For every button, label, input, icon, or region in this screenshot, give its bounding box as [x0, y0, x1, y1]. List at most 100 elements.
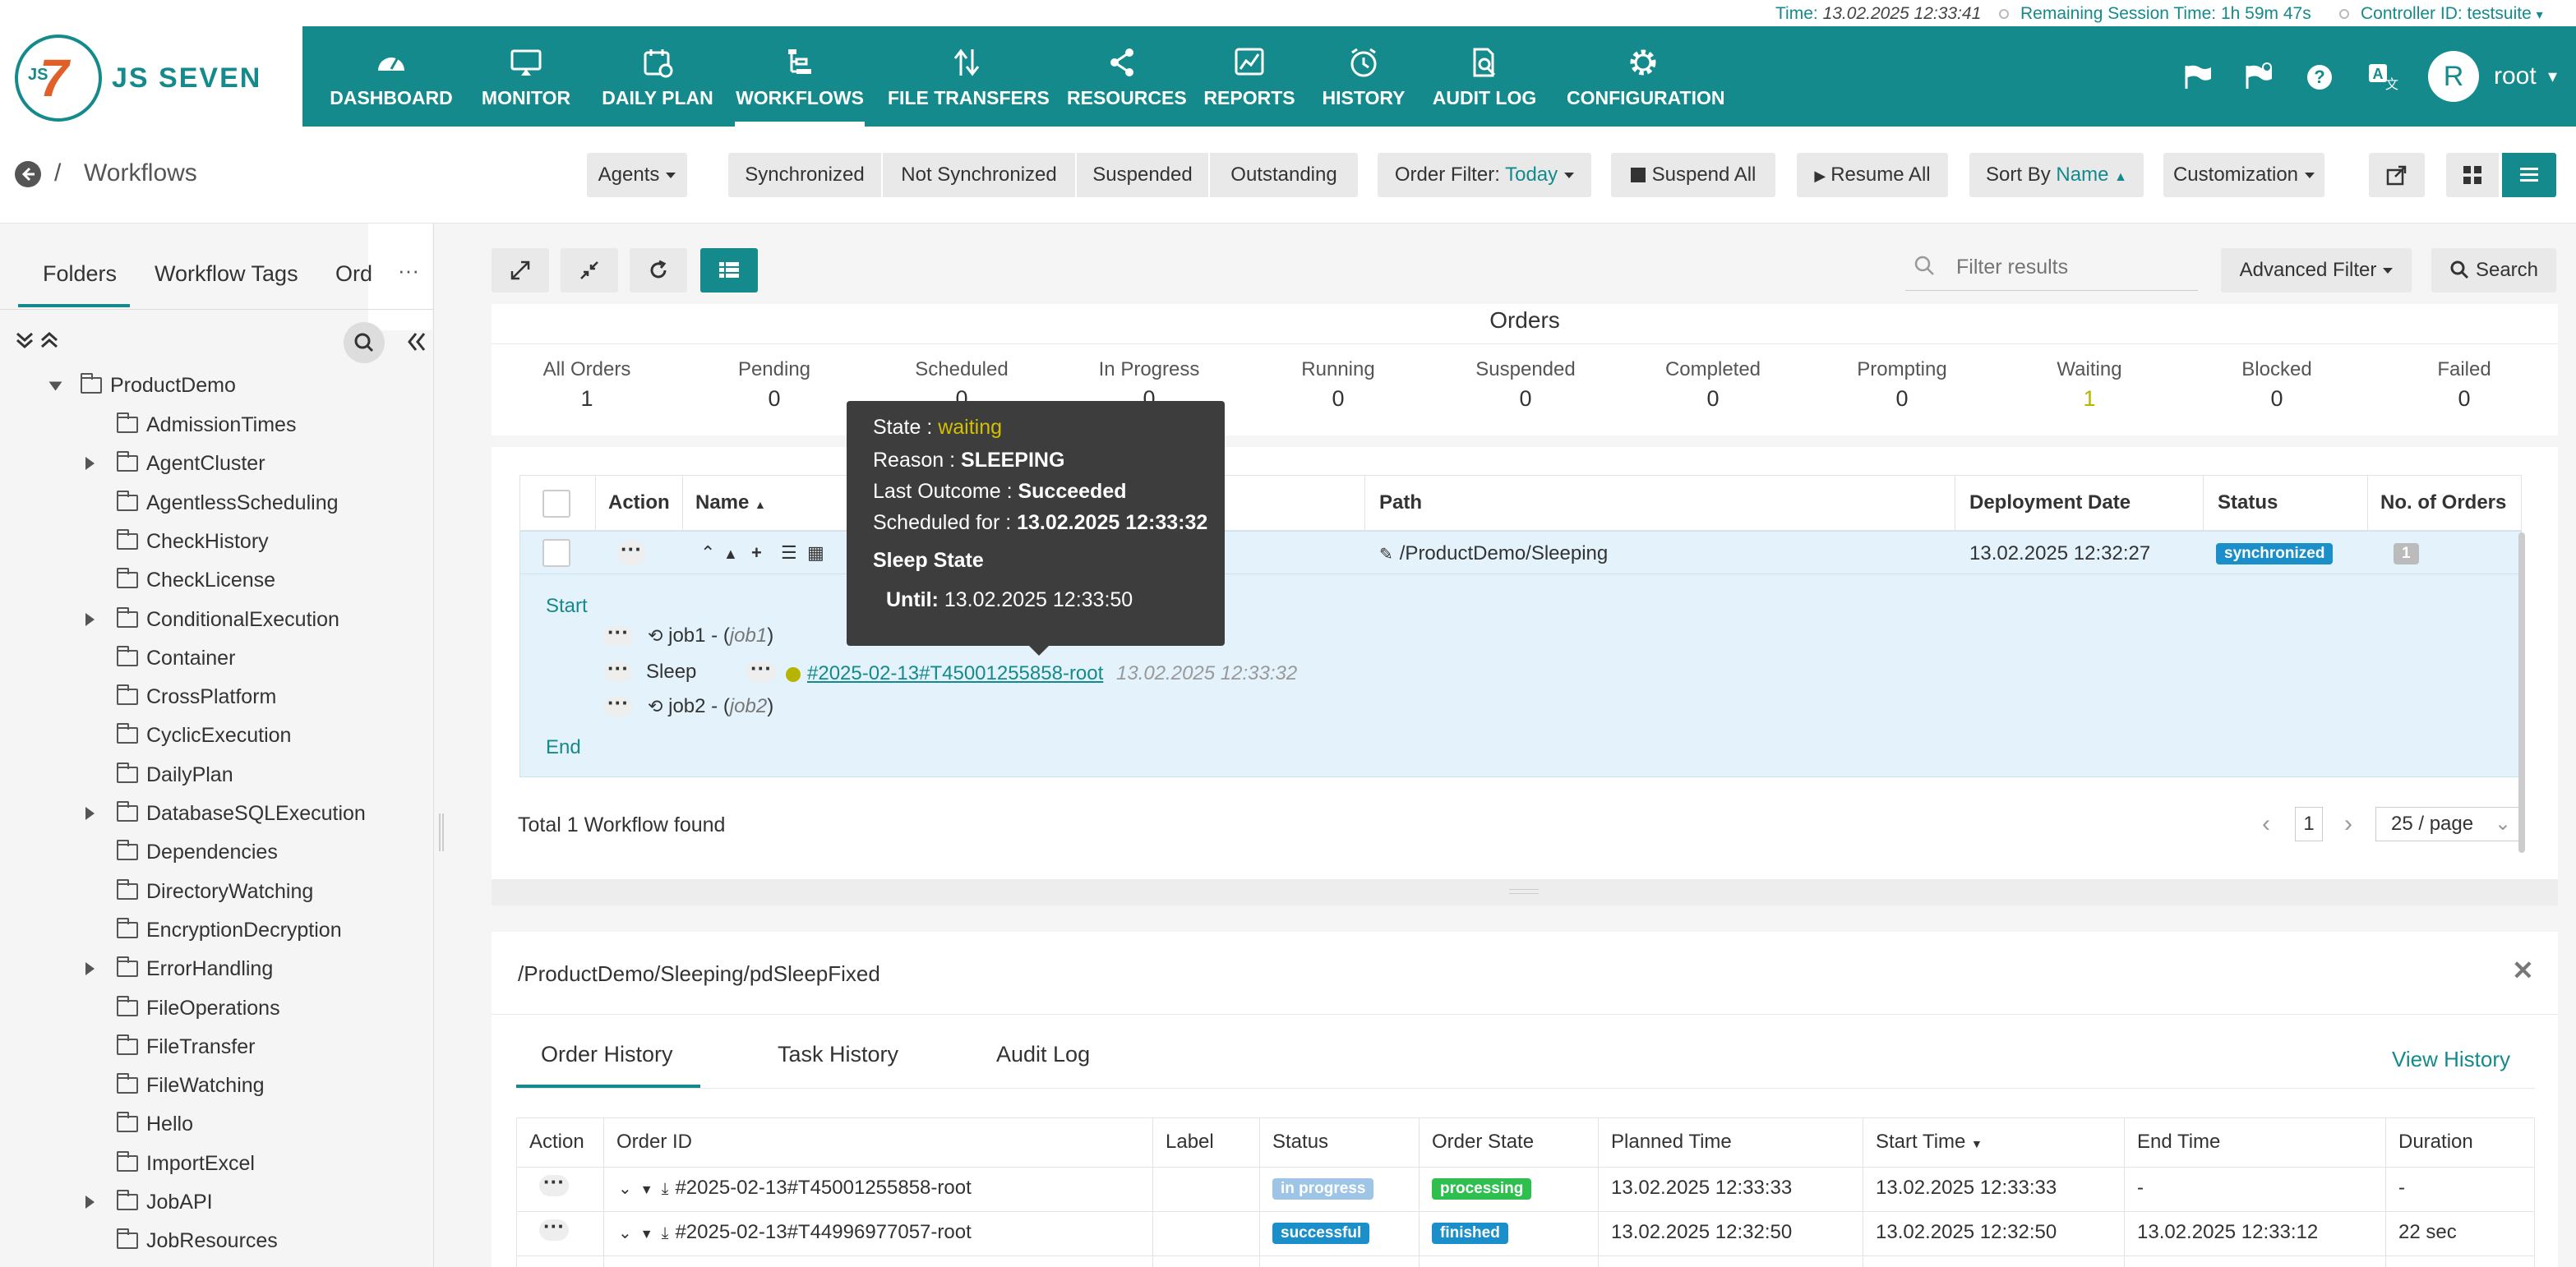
tree-folder-item[interactable]: DatabaseSQLExecution	[117, 799, 366, 827]
list-view-button[interactable]	[2502, 153, 2556, 197]
tree-folder-item[interactable]: EncryptionDecryption	[117, 916, 342, 944]
oh-col-status[interactable]: Status	[1272, 1131, 1328, 1154]
share-button[interactable]	[2369, 153, 2425, 197]
more-tabs-button[interactable]: ···	[398, 258, 419, 283]
col-no-of-orders[interactable]: No. of Orders	[2380, 491, 2506, 514]
order-stat-pending[interactable]: Pending 0	[684, 358, 865, 412]
tree-folder-item[interactable]: ConditionalExecution	[117, 606, 339, 634]
tree-folder-item[interactable]: JobAPI	[117, 1188, 213, 1216]
oh-col-label[interactable]: Label	[1166, 1131, 1214, 1154]
plus-icon[interactable]: +	[751, 542, 781, 564]
order-stat-blocked[interactable]: Blocked 0	[2186, 358, 2367, 412]
oh-col-action[interactable]: Action	[529, 1131, 584, 1154]
sort-by-dropdown[interactable]: Sort By Name ▲	[1969, 153, 2144, 197]
suspend-all-button[interactable]: Suspend All	[1611, 153, 1775, 197]
download-icon[interactable]: ⤓	[662, 1180, 669, 1198]
order-stat-all-orders[interactable]: All Orders 1	[496, 358, 677, 412]
expand-button[interactable]	[492, 248, 549, 293]
resume-all-button[interactable]: ▶ Resume All	[1797, 153, 1948, 197]
tree-folder-item[interactable]: AgentCluster	[117, 449, 265, 477]
tree-folder-item[interactable]: DailyPlan	[117, 761, 233, 789]
job2-instruction[interactable]: ⟲ job2 - (job2)	[648, 695, 773, 718]
list-icon[interactable]: ☰	[781, 542, 807, 564]
oh-col-planned-time[interactable]: Planned Time	[1611, 1131, 1732, 1154]
tree-search-button[interactable]	[344, 322, 385, 363]
order-stat-completed[interactable]: Completed 0	[1623, 358, 1803, 412]
caret-up-icon[interactable]: ▲	[723, 546, 751, 563]
view-history-link[interactable]: View History	[2392, 1047, 2510, 1072]
order-stat-failed[interactable]: Failed 0	[2374, 358, 2555, 412]
tree-folder-item[interactable]: CheckHistory	[117, 528, 269, 555]
filter-suspended[interactable]: Suspended	[1077, 153, 1208, 197]
caret-right-icon[interactable]	[85, 807, 95, 820]
job1-instruction[interactable]: ⟲ job1 - (job1)	[648, 624, 773, 647]
caret-right-icon[interactable]	[85, 1196, 95, 1209]
row-action-menu[interactable]: ···	[616, 538, 646, 565]
page-number[interactable]: 1	[2295, 807, 2323, 841]
tree-folder-item[interactable]: JobResources	[117, 1227, 278, 1255]
tree-folder-item[interactable]: FileOperations	[117, 994, 280, 1022]
nav-audit-log[interactable]: AUDIT LOG	[1430, 26, 1539, 127]
row-checkbox[interactable]	[542, 539, 570, 567]
filter-synchronized[interactable]: Synchronized	[728, 153, 881, 197]
app-logo[interactable]: 7 JS JS SEVEN	[0, 26, 302, 127]
user-menu[interactable]: R root ▾	[2428, 26, 2568, 127]
table-view-button[interactable]	[700, 248, 758, 293]
oh-col-start-time[interactable]: Start Time ▼	[1876, 1131, 1983, 1154]
oh-row-action-menu[interactable]: ···	[539, 1215, 569, 1241]
oh-order-id[interactable]: ⌄ ▼ ⤓ #2025-02-13#T44996977057-root	[618, 1221, 972, 1244]
order-filter-dropdown[interactable]: Order Filter: Today	[1378, 153, 1591, 197]
job2-action-menu[interactable]: ···	[603, 692, 633, 716]
oh-col-order-state[interactable]: Order State	[1432, 1131, 1534, 1154]
tree-folder-item[interactable]: Container	[117, 644, 235, 672]
filter-outstanding[interactable]: Outstanding	[1210, 153, 1358, 197]
nav-configuration[interactable]: CONFIGURATION	[1567, 26, 1725, 127]
col-name[interactable]: Name ▲	[695, 491, 766, 514]
download-icon[interactable]: ⤓	[662, 1224, 669, 1242]
nav-monitor[interactable]: MONITOR	[470, 26, 582, 127]
tab-workflow-tags[interactable]: Workflow Tags	[155, 261, 298, 287]
col-path[interactable]: Path	[1379, 491, 1422, 514]
nav-resources[interactable]: RESOURCES	[1067, 26, 1187, 127]
tree-folder-item[interactable]: ImportExcel	[117, 1150, 255, 1177]
nav-reports[interactable]: REPORTS	[1200, 26, 1299, 127]
nav-workflows[interactable]: WORKFLOWS	[735, 26, 865, 127]
tree-folder-item[interactable]: DirectoryWatching	[117, 878, 313, 905]
order-stat-running[interactable]: Running 0	[1248, 358, 1429, 412]
tree-folder-item[interactable]: AdmissionTimes	[117, 411, 296, 439]
next-page-button[interactable]: ›	[2344, 810, 2352, 838]
tree-folder-item[interactable]: FileWatching	[117, 1071, 265, 1099]
oh-col-duration[interactable]: Duration	[2398, 1131, 2473, 1154]
tree-folder-item[interactable]: ErrorHandling	[117, 955, 273, 983]
table-scrollbar[interactable]	[2518, 532, 2525, 853]
order-action-menu[interactable]: ···	[746, 657, 776, 682]
help-button[interactable]: ?	[2306, 26, 2336, 127]
caret-down-icon[interactable]: ▼	[640, 1183, 653, 1197]
nav-file-transfers[interactable]: FILE TRANSFERS	[888, 26, 1050, 127]
caret-down-icon[interactable]: ▼	[640, 1228, 653, 1242]
oh-row-action-menu[interactable]: ···	[539, 1171, 569, 1196]
flag-settings-button[interactable]	[2244, 26, 2277, 127]
nav-daily-plan[interactable]: DAILY PLAN	[593, 26, 722, 127]
oh-order-id[interactable]: ⌄ ▼ ⤓ #2025-02-13#T45001255858-root	[618, 1177, 972, 1200]
tree-folder-item[interactable]: AgentlessScheduling	[117, 489, 339, 517]
agents-dropdown[interactable]: Agents	[587, 153, 687, 197]
sleep-instruction[interactable]: Sleep	[646, 661, 696, 684]
tree-folder-item[interactable]: CheckLicense	[117, 566, 275, 594]
select-all-checkbox[interactable]	[542, 490, 570, 518]
tab-task-history[interactable]: Task History	[778, 1042, 898, 1067]
tree-folder-item[interactable]: FileTransfer	[117, 1033, 255, 1061]
grid-view-button[interactable]	[2446, 153, 2499, 197]
controller-id[interactable]: Controller ID: testsuite ▾	[2339, 4, 2543, 24]
flag-button[interactable]	[2183, 26, 2216, 127]
col-deployment-date[interactable]: Deployment Date	[1969, 491, 2131, 514]
order-id-link[interactable]: #2025-02-13#T45001255858-root	[807, 662, 1103, 685]
job1-action-menu[interactable]: ···	[603, 621, 633, 646]
tab-audit-log[interactable]: Audit Log	[996, 1042, 1090, 1067]
order-count-badge[interactable]: 1	[2394, 543, 2419, 564]
filter-results-input[interactable]	[1956, 253, 2186, 281]
caret-right-icon[interactable]	[85, 457, 95, 470]
tree-folder-item[interactable]: Dependencies	[117, 838, 278, 866]
language-button[interactable]: A文	[2367, 26, 2400, 127]
tab-order-tags[interactable]: Ord	[335, 261, 372, 287]
